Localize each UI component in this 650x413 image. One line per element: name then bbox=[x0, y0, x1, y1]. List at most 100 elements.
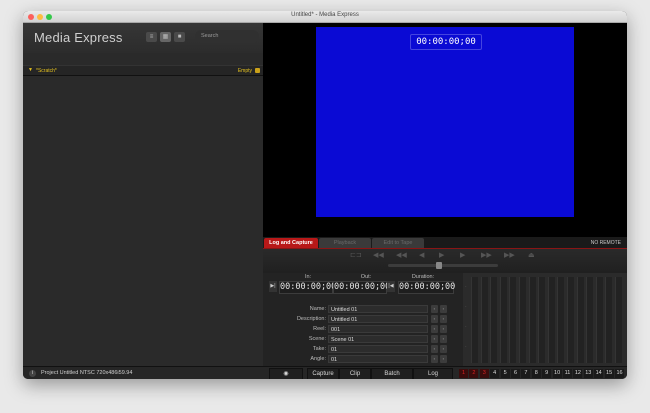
channel-toggle-11[interactable]: 11 bbox=[563, 369, 572, 378]
duration-label: Duration: bbox=[411, 274, 435, 280]
audio-meter-4 bbox=[499, 277, 507, 363]
clip-button[interactable]: Clip bbox=[339, 368, 371, 379]
eject-icon[interactable]: ⏏ bbox=[528, 251, 535, 259]
info-icon[interactable]: i bbox=[29, 370, 36, 377]
camera-icon[interactable]: ◉ bbox=[269, 368, 303, 379]
channel-toggle-15[interactable]: 15 bbox=[604, 369, 614, 378]
field-row-angle: Angle: 01 ▪ ▪ bbox=[263, 355, 463, 364]
batch-button[interactable]: Batch bbox=[371, 368, 413, 379]
audio-meter-6 bbox=[519, 277, 526, 363]
channel-toggle-7[interactable]: 7 bbox=[521, 369, 531, 378]
field-button[interactable]: ▪ bbox=[440, 315, 447, 323]
channel-toggle-1[interactable]: 1 bbox=[459, 369, 468, 378]
field-button[interactable]: ▪ bbox=[440, 305, 447, 313]
field-row-name: Name: Untitled 01 ▪ ▪ bbox=[263, 305, 463, 314]
field-label: Take: bbox=[312, 346, 326, 352]
list-view-icon[interactable]: ≡ bbox=[146, 32, 157, 42]
channel-toggle-3[interactable]: 3 bbox=[479, 369, 489, 378]
rewind-icon[interactable]: ◀◀ bbox=[396, 251, 407, 259]
field-button[interactable]: ▪ bbox=[440, 325, 447, 333]
audio-meter-2 bbox=[480, 277, 488, 363]
transport-controls: ⊏⊐ ◀◀ ◀◀ ◀ ▶ ▶ ▶▶ ▶▶ ⏏ bbox=[263, 249, 627, 273]
duration-timecode: 00:00:00;00 bbox=[398, 281, 456, 294]
app-window: Untitled* - Media Express Media Express … bbox=[23, 11, 627, 379]
play-icon[interactable]: ▶ bbox=[439, 251, 444, 259]
field-button[interactable]: ▪ bbox=[431, 345, 438, 353]
tab-playback[interactable]: Playback bbox=[319, 238, 371, 248]
video-frame: 00:00:00;00 bbox=[316, 27, 574, 217]
channel-toggle-5[interactable]: 5 bbox=[500, 369, 510, 378]
set-out-button[interactable]: |◀ bbox=[387, 281, 395, 292]
field-button[interactable]: ▪ bbox=[431, 335, 438, 343]
jump-to-start-icon[interactable]: ◀◀ bbox=[373, 251, 384, 259]
field-row-description: Description: Untitled 01 ▪ ▪ bbox=[263, 315, 463, 324]
field-button[interactable]: ▪ bbox=[431, 305, 438, 313]
field-button[interactable]: ▪ bbox=[431, 315, 438, 323]
media-library-pane: Media Express ≡ ▦ ■ Search ▼ *Scratch* E… bbox=[23, 23, 263, 366]
bin-status: Empty bbox=[237, 67, 252, 74]
field-label: Name: bbox=[309, 306, 326, 312]
channel-toggle-16[interactable]: 16 bbox=[615, 369, 624, 378]
take-field[interactable]: 01 bbox=[328, 345, 428, 353]
reel-field[interactable]: 001 bbox=[328, 325, 428, 333]
step-forward-icon[interactable]: ▶ bbox=[460, 251, 465, 259]
capture-button[interactable]: Capture bbox=[307, 368, 339, 379]
audio-meter-5 bbox=[509, 277, 517, 363]
channel-toggle-8[interactable]: 8 bbox=[531, 369, 541, 378]
scratch-bin[interactable]: ▼ *Scratch* Empty bbox=[23, 65, 263, 76]
in-timecode[interactable]: 00:00:00;00 bbox=[279, 281, 336, 294]
audio-meter-14 bbox=[595, 277, 603, 363]
drive-icon bbox=[255, 67, 260, 73]
jog-shuttle-slider[interactable] bbox=[388, 262, 498, 269]
field-button[interactable]: ▪ bbox=[440, 345, 447, 353]
library-header: Media Express ≡ ▦ ■ Search bbox=[23, 23, 263, 53]
db-tick: - bbox=[465, 343, 467, 348]
disclosure-triangle-icon[interactable]: ▼ bbox=[28, 67, 33, 73]
audio-meter-3 bbox=[490, 277, 498, 363]
audio-meter-1 bbox=[471, 277, 478, 363]
jog-handle[interactable] bbox=[436, 262, 442, 269]
jump-to-end-icon[interactable]: ▶▶ bbox=[504, 251, 515, 259]
channel-toggle-2[interactable]: 2 bbox=[469, 369, 479, 378]
tab-log-and-capture[interactable]: Log and Capture bbox=[264, 238, 318, 248]
channel-toggle-12[interactable]: 12 bbox=[573, 369, 583, 378]
channel-toggle-14[interactable]: 14 bbox=[594, 369, 604, 378]
field-button[interactable]: ▪ bbox=[431, 355, 438, 363]
audio-meter-8 bbox=[538, 277, 546, 363]
audio-meter-9 bbox=[547, 277, 555, 363]
field-label: Scene: bbox=[308, 336, 326, 342]
fast-forward-icon[interactable]: ▶▶ bbox=[481, 251, 492, 259]
viewer-timecode: 00:00:00;00 bbox=[410, 34, 482, 50]
loop-icon[interactable]: ⊏⊐ bbox=[350, 251, 362, 259]
name-field[interactable]: Untitled 01 bbox=[328, 305, 428, 313]
channel-toggle-13[interactable]: 13 bbox=[583, 369, 593, 378]
field-button[interactable]: ▪ bbox=[431, 325, 438, 333]
db-tick: - bbox=[465, 283, 467, 288]
set-in-button[interactable]: ▶| bbox=[269, 281, 277, 292]
grid-view-icon[interactable]: ▦ bbox=[160, 32, 171, 42]
field-button[interactable]: ▪ bbox=[440, 355, 447, 363]
channel-toggle-4[interactable]: 4 bbox=[490, 369, 500, 378]
channel-toggle-10[interactable]: 10 bbox=[552, 369, 562, 378]
step-back-icon[interactable]: ◀ bbox=[419, 251, 424, 259]
capture-toolbar: ◉ Capture Clip Batch Log 1 2 3 4 5 6 7 8 9 10 11 12… bbox=[263, 366, 627, 379]
description-field[interactable]: Untitled 01 bbox=[328, 315, 428, 323]
title-bar: Untitled* - Media Express bbox=[23, 11, 627, 23]
log-button[interactable]: Log bbox=[413, 368, 453, 379]
field-button[interactable]: ▪ bbox=[440, 335, 447, 343]
tab-edit-to-tape[interactable]: Edit to Tape bbox=[372, 238, 424, 248]
window-title: Untitled* - Media Express bbox=[291, 12, 359, 18]
mode-tabs: Log and Capture Playback Edit to Tape NO… bbox=[263, 237, 627, 249]
search-input[interactable]: Search bbox=[195, 30, 259, 43]
audio-meter-15 bbox=[605, 277, 613, 363]
video-viewer: 00:00:00;00 bbox=[263, 23, 627, 237]
thumbnail-view-icon[interactable]: ■ bbox=[174, 32, 185, 42]
field-label: Angle: bbox=[310, 356, 326, 362]
audio-meters: - - - - bbox=[463, 273, 627, 366]
out-timecode[interactable]: 00:00:00;00 bbox=[333, 281, 390, 294]
field-label: Reel: bbox=[313, 326, 326, 332]
scene-field[interactable]: Scene 01 bbox=[328, 335, 428, 343]
channel-toggle-9[interactable]: 9 bbox=[542, 369, 552, 378]
angle-field[interactable]: 01 bbox=[328, 355, 428, 363]
channel-toggle-6[interactable]: 6 bbox=[511, 369, 520, 378]
